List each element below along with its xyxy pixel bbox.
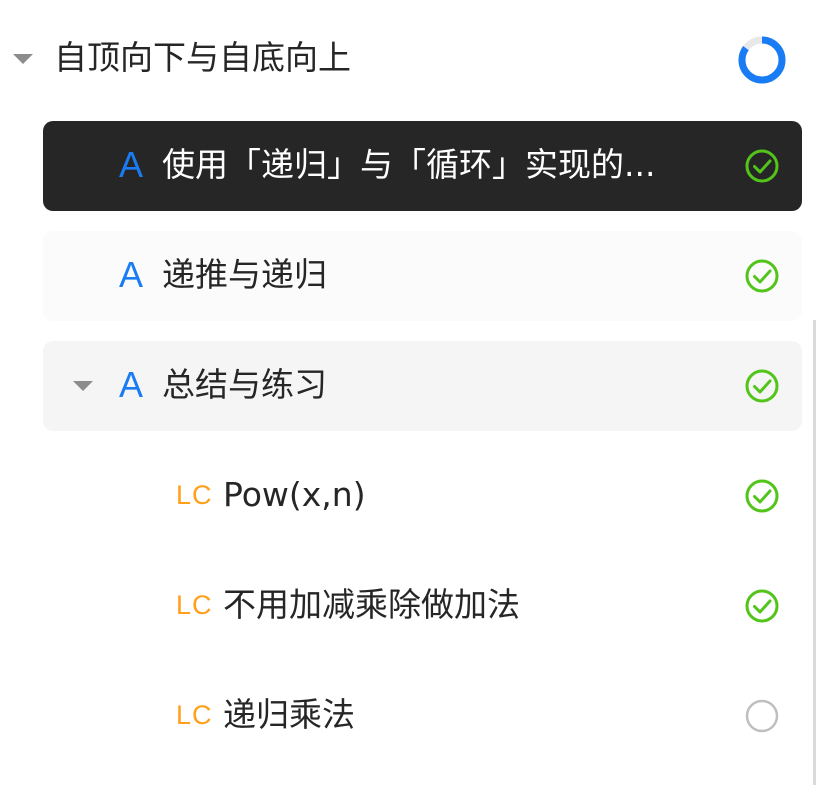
list-item-add-without-operators[interactable]: LC 不用加减乘除做加法 [43, 561, 802, 651]
list-item-recurrence[interactable]: A 递推与递归 [43, 231, 802, 321]
item-label: 递推与递归 [162, 255, 327, 294]
item-label: 总结与练习 [162, 365, 327, 404]
progress-ring-icon [738, 36, 786, 84]
item-label: 递归乘法 [223, 695, 355, 734]
leetcode-icon: LC [176, 480, 213, 510]
article-icon: A [119, 254, 144, 295]
check-circle-icon [745, 149, 779, 183]
item-label: Pow(x,n) [223, 475, 366, 514]
chapter-title: 自顶向下与自底向上 [54, 38, 351, 77]
leetcode-icon: LC [176, 700, 213, 730]
check-circle-icon [745, 479, 779, 513]
chapter-header[interactable]: 自顶向下与自底向上 [0, 18, 802, 100]
check-circle-icon [745, 369, 779, 403]
list-item-recursion-loop[interactable]: A 使用「递归」与「循环」实现的... [43, 121, 802, 211]
article-icon: A [119, 144, 144, 185]
empty-circle-icon [745, 699, 779, 733]
check-circle-icon [745, 589, 779, 623]
check-circle-icon [745, 259, 779, 293]
caret-down-icon[interactable] [13, 54, 33, 64]
caret-down-icon[interactable] [73, 381, 93, 391]
item-label: 不用加减乘除做加法 [223, 585, 520, 624]
list-item-summary[interactable]: A 总结与练习 [43, 341, 802, 431]
list-item-pow[interactable]: LC Pow(x,n) [43, 451, 802, 541]
article-icon: A [119, 364, 144, 405]
list-item-recursive-multiply[interactable]: LC 递归乘法 [43, 671, 802, 761]
item-label: 使用「递归」与「循环」实现的... [162, 145, 656, 184]
leetcode-icon: LC [176, 590, 213, 620]
